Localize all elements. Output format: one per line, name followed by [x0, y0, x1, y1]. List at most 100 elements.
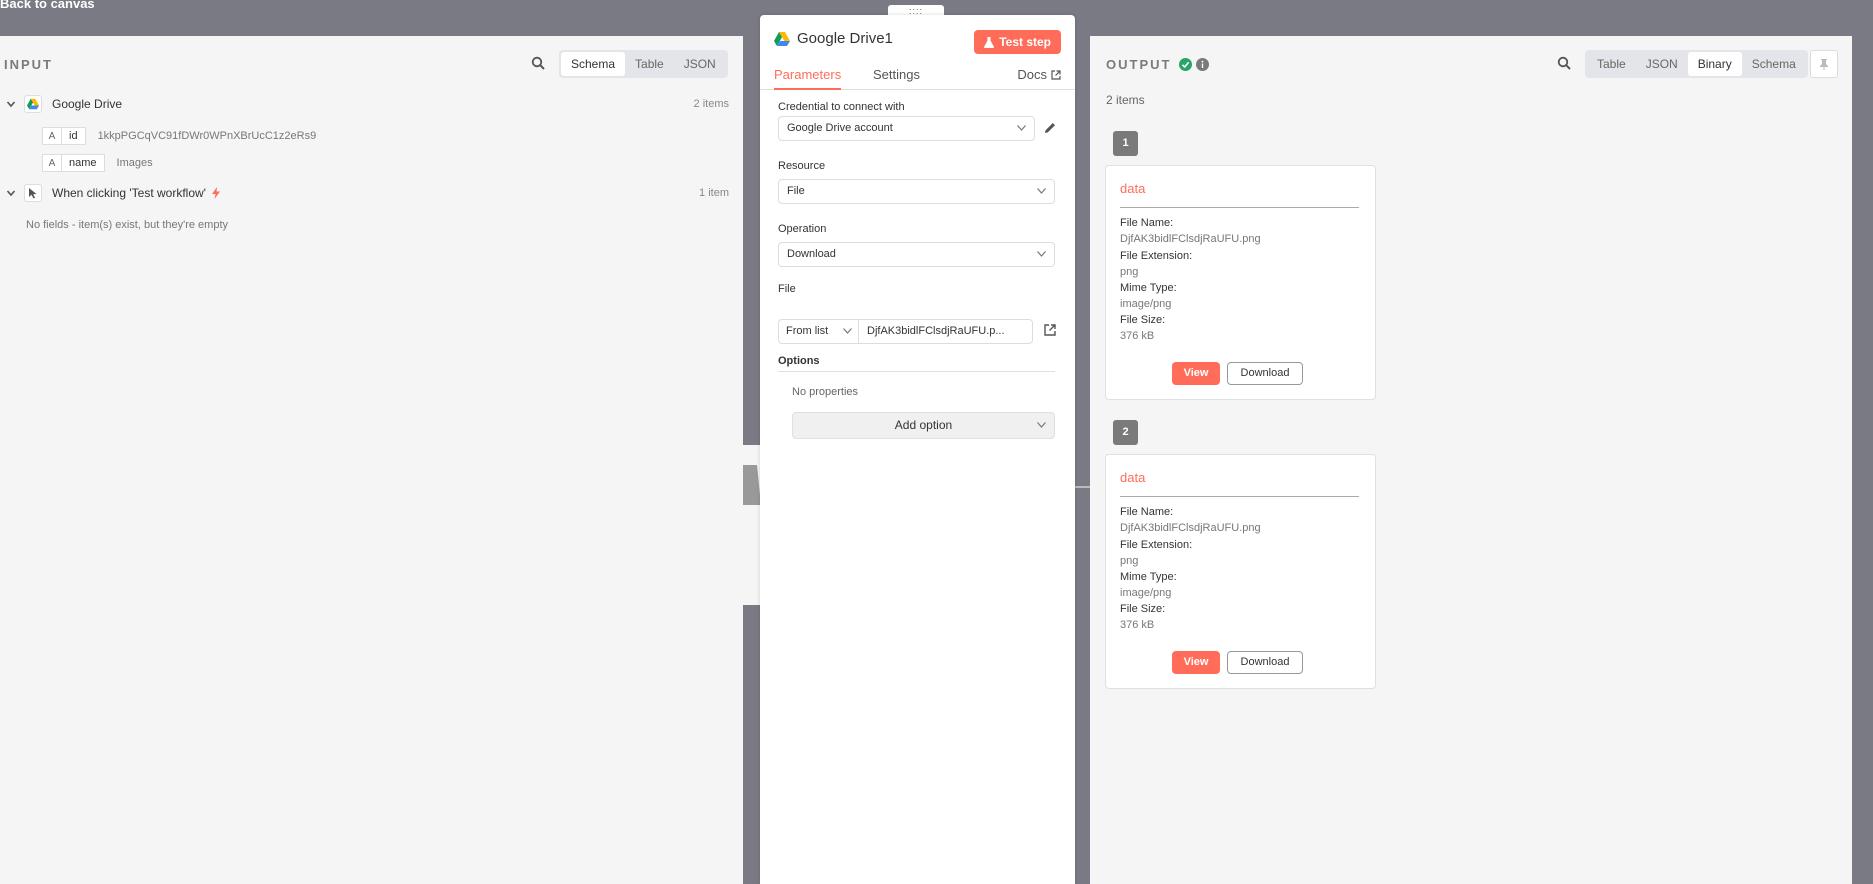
check-circle-icon: [1179, 58, 1193, 71]
test-step-label: Test step: [999, 35, 1051, 49]
flask-icon: [984, 36, 995, 48]
output-items-count: 2 items: [1106, 93, 1145, 107]
binary-property-name: data: [1120, 181, 1146, 196]
credential-select[interactable]: Google Drive account: [778, 116, 1035, 141]
input-panel: INPUT Schema Table JSON Google Drive 2 i…: [0, 36, 743, 884]
schema-field-id: A id 1kkpPGCqVC91fDWr0WPnXBrUcC1z2eRs9: [42, 126, 316, 146]
node-title-text[interactable]: Google Drive1: [797, 30, 893, 47]
pin-icon: [1820, 59, 1828, 70]
back-to-canvas-link[interactable]: Back to canvas: [0, 0, 95, 11]
input-view-switcher: Schema Table JSON: [559, 50, 728, 78]
chevron-down-icon[interactable]: [6, 99, 16, 109]
external-link-icon[interactable]: [1043, 323, 1057, 337]
file-size-value: 376 kB: [1120, 619, 1155, 631]
chevron-down-icon[interactable]: [6, 188, 16, 198]
view-button[interactable]: View: [1172, 651, 1220, 674]
google-drive-icon: [774, 31, 790, 46]
node-title: Google Drive1: [774, 30, 893, 47]
mime-type-label: Mime Type:: [1120, 282, 1177, 294]
card-divider: [1120, 496, 1359, 497]
output-title: OUTPUT: [1106, 57, 1210, 72]
input-header: INPUT Schema Table JSON: [0, 36, 743, 92]
credential-label: Credential to connect with: [778, 101, 905, 113]
field-key[interactable]: name: [62, 154, 105, 172]
string-type-icon: A: [42, 154, 62, 172]
node-parameters-panel: Google Drive1 Test step Parameters Setti…: [760, 15, 1075, 884]
schema-node-count: 1 item: [699, 187, 729, 199]
mime-type-value: image/png: [1120, 298, 1172, 310]
schema-node-trigger[interactable]: When clicking 'Test workflow' 1 item: [0, 182, 743, 204]
pin-data-button[interactable]: [1810, 50, 1838, 78]
add-option-button[interactable]: Add option: [792, 412, 1055, 439]
file-size-value: 376 kB: [1120, 330, 1155, 342]
search-icon[interactable]: [1557, 56, 1571, 70]
mime-type-label: Mime Type:: [1120, 571, 1177, 583]
download-button[interactable]: Download: [1227, 651, 1303, 674]
docs-label: Docs: [1017, 67, 1047, 82]
backdrop-edge: [1852, 36, 1873, 884]
field-value: Images: [116, 157, 153, 169]
tab-settings[interactable]: Settings: [873, 67, 920, 88]
no-properties-text: No properties: [792, 386, 859, 398]
chevron-down-icon: [1037, 251, 1046, 257]
resource-label: Resource: [778, 160, 826, 172]
file-extension-value: png: [1120, 555, 1139, 567]
schema-node-google-drive[interactable]: Google Drive 2 items: [0, 93, 743, 115]
chevron-down-icon: [843, 328, 852, 334]
chevron-down-icon: [1037, 422, 1046, 428]
schema-node-name: Google Drive: [52, 97, 123, 111]
info-icon[interactable]: [1196, 58, 1210, 71]
docs-link[interactable]: Docs: [1017, 67, 1061, 82]
chevron-down-icon: [1017, 125, 1026, 131]
google-drive-icon: [24, 95, 42, 113]
file-name-value: DjfAK3bidlFClsdjRaUFU.png: [1120, 522, 1261, 534]
file-extension-value: png: [1120, 266, 1139, 278]
binary-property-name: data: [1120, 470, 1146, 485]
input-tab-schema[interactable]: Schema: [561, 52, 626, 76]
file-value-input[interactable]: DjfAK3bidlFClsdjRaUFU.p...: [859, 319, 1033, 344]
resource-select[interactable]: File: [778, 179, 1055, 204]
schema-node-count: 2 items: [693, 98, 729, 110]
options-label: Options: [778, 355, 820, 367]
field-key[interactable]: id: [62, 127, 86, 145]
search-icon[interactable]: [531, 56, 545, 70]
add-option-label: Add option: [894, 418, 953, 432]
pencil-icon[interactable]: [1043, 121, 1057, 135]
cursor-pointer-icon: [24, 184, 42, 202]
schema-node-name: When clicking 'Test workflow': [52, 186, 206, 200]
input-title: INPUT: [4, 57, 53, 72]
view-button[interactable]: View: [1172, 362, 1220, 385]
output-tab-json[interactable]: JSON: [1636, 52, 1688, 76]
file-selector: From list DjfAK3bidlFClsdjRaUFU.p...: [778, 319, 1033, 344]
options-divider: [778, 371, 1055, 372]
card-divider: [1120, 207, 1359, 208]
file-name-value: DjfAK3bidlFClsdjRaUFU.png: [1120, 233, 1261, 245]
item-index-badge: 2: [1113, 420, 1138, 445]
output-tab-binary[interactable]: Binary: [1687, 52, 1742, 76]
binary-data-card: data File Name: DjfAK3bidlFClsdjRaUFU.pn…: [1105, 454, 1376, 689]
output-tab-schema[interactable]: Schema: [1742, 52, 1806, 76]
input-tab-table[interactable]: Table: [625, 52, 674, 76]
file-mode-value: From list: [786, 325, 829, 337]
binary-data-card: data File Name: DjfAK3bidlFClsdjRaUFU.pn…: [1105, 165, 1376, 400]
download-button[interactable]: Download: [1227, 362, 1303, 385]
output-tab-table[interactable]: Table: [1587, 52, 1636, 76]
input-tab-json[interactable]: JSON: [674, 52, 726, 76]
item-index-badge: 1: [1113, 131, 1138, 156]
file-name-label: File Name:: [1120, 506, 1174, 518]
operation-select[interactable]: Download: [778, 242, 1055, 267]
canvas-connector: [1075, 486, 1090, 488]
file-size-label: File Size:: [1120, 314, 1166, 326]
output-title-text: OUTPUT: [1106, 57, 1172, 72]
operation-value: Download: [787, 248, 836, 260]
operation-label: Operation: [778, 223, 827, 235]
output-view-switcher: Table JSON Binary Schema: [1585, 50, 1808, 78]
tab-parameters[interactable]: Parameters: [774, 67, 842, 90]
file-extension-label: File Extension:: [1120, 250, 1193, 262]
test-step-button[interactable]: Test step: [974, 30, 1061, 54]
credential-value: Google Drive account: [787, 122, 893, 134]
external-link-icon: [1051, 69, 1061, 80]
lightning-icon: [211, 187, 220, 199]
file-mode-select[interactable]: From list: [778, 319, 859, 344]
string-type-icon: A: [42, 127, 62, 145]
